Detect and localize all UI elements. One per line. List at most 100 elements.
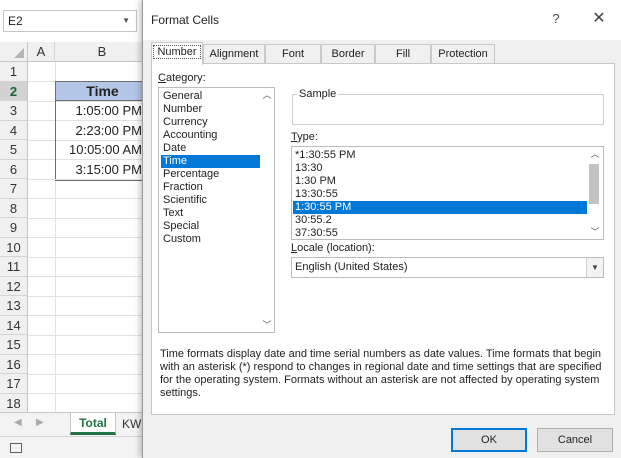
gridline	[28, 315, 150, 316]
time-cell[interactable]: 2:23:00 PM	[55, 120, 150, 140]
row-header[interactable]: 5	[0, 140, 28, 160]
type-item[interactable]: 13:30	[293, 162, 589, 175]
scroll-thumb[interactable]	[589, 164, 599, 204]
sheet-tab-kw[interactable]: KW	[122, 413, 141, 435]
scroll-down-icon[interactable]: ﹀	[260, 318, 274, 332]
column-header-b[interactable]: B	[55, 42, 150, 62]
sheet-next-icon[interactable]: ▶	[36, 417, 44, 428]
time-cell[interactable]: 3:15:00 PM	[55, 159, 150, 179]
tab-border[interactable]: Border	[321, 44, 375, 64]
sample-label: Sample	[297, 88, 339, 100]
type-list[interactable]: *1:30:55 PM 13:30 1:30 PM 13:30:55 1:30:55 P…	[291, 146, 604, 240]
tab-number-label: Number	[153, 45, 201, 59]
category-item[interactable]: Time	[161, 155, 265, 168]
category-label: Category:	[158, 72, 206, 84]
category-item[interactable]: Accounting	[161, 129, 265, 142]
category-item[interactable]: Number	[161, 103, 265, 116]
gridline	[28, 276, 150, 277]
row-header[interactable]: 2	[0, 81, 28, 101]
gridline	[28, 354, 150, 355]
sample-box	[292, 94, 604, 125]
dialog-titlebar: Format Cells ? ✕	[143, 0, 621, 40]
category-list[interactable]: General Number Currency Accounting Date Time P…	[158, 87, 275, 333]
category-item[interactable]: General	[161, 90, 265, 103]
type-item[interactable]: 1:30 PM	[293, 175, 589, 188]
type-item[interactable]: 37:30:55	[293, 227, 589, 240]
row-header[interactable]: 13	[0, 296, 28, 316]
category-item[interactable]: Currency	[161, 116, 265, 129]
tab-font[interactable]: Font	[265, 44, 321, 64]
locale-value: English (United States)	[295, 261, 408, 273]
row-header[interactable]: 12	[0, 276, 28, 296]
time-cell[interactable]: 10:05:00 AM	[55, 140, 150, 160]
category-item[interactable]: Text	[161, 207, 265, 220]
row-header[interactable]: 4	[0, 120, 28, 140]
format-description: Time formats display date and time seria…	[160, 348, 602, 399]
select-all-corner[interactable]	[0, 42, 28, 62]
number-tab-panel: Category: General Number Currency Accountin…	[151, 63, 615, 415]
time-cell[interactable]: 1:05:00 PM	[55, 101, 150, 121]
category-item[interactable]: Percentage	[161, 168, 265, 181]
select-all-triangle-icon	[14, 48, 24, 58]
row-header[interactable]: 15	[0, 335, 28, 355]
category-item[interactable]: Special	[161, 220, 265, 233]
scroll-up-icon[interactable]: ︿	[260, 88, 274, 102]
close-button[interactable]: ✕	[588, 8, 610, 30]
locale-label: Locale (location):	[291, 242, 375, 254]
ok-button[interactable]: OK	[451, 428, 527, 452]
excel-window: E2 ▼ A B 1 2 3 4 5 6 7 8 9 10 11 12 13 14 15 16 17 18 Tim…	[0, 0, 150, 458]
scroll-down-icon[interactable]: ﹀	[587, 225, 603, 239]
format-cells-dialog: Format Cells ? ✕ Number Alignment Font B…	[142, 0, 621, 458]
type-item[interactable]: 13:30:55	[293, 188, 589, 201]
category-item[interactable]: Fraction	[161, 181, 265, 194]
category-scrollbar[interactable]: ︿ ﹀	[260, 88, 274, 332]
sheet-prev-icon[interactable]: ◀	[14, 417, 22, 428]
time-header-cell[interactable]: Time	[55, 81, 150, 101]
tab-alignment[interactable]: Alignment	[203, 44, 265, 64]
row-header[interactable]: 11	[0, 257, 28, 277]
gridline	[28, 295, 150, 297]
row-header[interactable]: 14	[0, 315, 28, 335]
locale-select[interactable]: English (United States) ▼	[291, 257, 604, 278]
type-item[interactable]: *1:30:55 PM	[293, 149, 589, 162]
row-header[interactable]: 18	[0, 393, 28, 413]
row-header[interactable]: 17	[0, 374, 28, 394]
cancel-button[interactable]: Cancel	[537, 428, 613, 452]
row-header[interactable]: 3	[0, 101, 28, 121]
chevron-down-icon[interactable]: ▼	[586, 258, 603, 277]
sheet-tab-bar: ◀ ▶ Total KW	[0, 412, 150, 436]
chevron-down-icon[interactable]: ▼	[122, 11, 130, 31]
gridline	[28, 217, 150, 219]
type-item[interactable]: 1:30:55 PM	[293, 201, 589, 214]
column-header-a[interactable]: A	[28, 42, 55, 62]
row-header[interactable]: 1	[0, 62, 28, 82]
row-header[interactable]: 6	[0, 159, 28, 179]
tab-protection[interactable]: Protection	[431, 44, 495, 64]
tab-number[interactable]: Number	[151, 42, 203, 65]
type-item[interactable]: 30:55.2	[293, 214, 589, 227]
table-border	[55, 180, 150, 181]
cell-mode-icon	[10, 443, 22, 453]
type-scrollbar[interactable]: ︿ ﹀	[587, 147, 603, 239]
sheet-tab-total[interactable]: Total	[70, 413, 116, 435]
row-header[interactable]: 10	[0, 237, 28, 257]
row-header[interactable]: 9	[0, 218, 28, 238]
row-header[interactable]: 7	[0, 179, 28, 199]
category-item[interactable]: Scientific	[161, 194, 265, 207]
dialog-title: Format Cells	[151, 13, 220, 27]
gridline	[28, 198, 150, 199]
scroll-up-icon[interactable]: ︿	[587, 147, 603, 161]
status-bar	[0, 436, 150, 458]
category-item[interactable]: Date	[161, 142, 265, 155]
gridline	[28, 393, 150, 394]
help-button[interactable]: ?	[546, 8, 566, 30]
row-header[interactable]: 16	[0, 354, 28, 374]
row-header[interactable]: 8	[0, 198, 28, 218]
category-item[interactable]: Custom	[161, 233, 265, 246]
name-box[interactable]: E2 ▼	[3, 10, 137, 32]
gridline	[28, 334, 150, 336]
gridline	[28, 256, 150, 258]
tab-fill[interactable]: Fill	[375, 44, 431, 64]
gridline	[28, 237, 150, 238]
name-box-value: E2	[8, 14, 23, 28]
